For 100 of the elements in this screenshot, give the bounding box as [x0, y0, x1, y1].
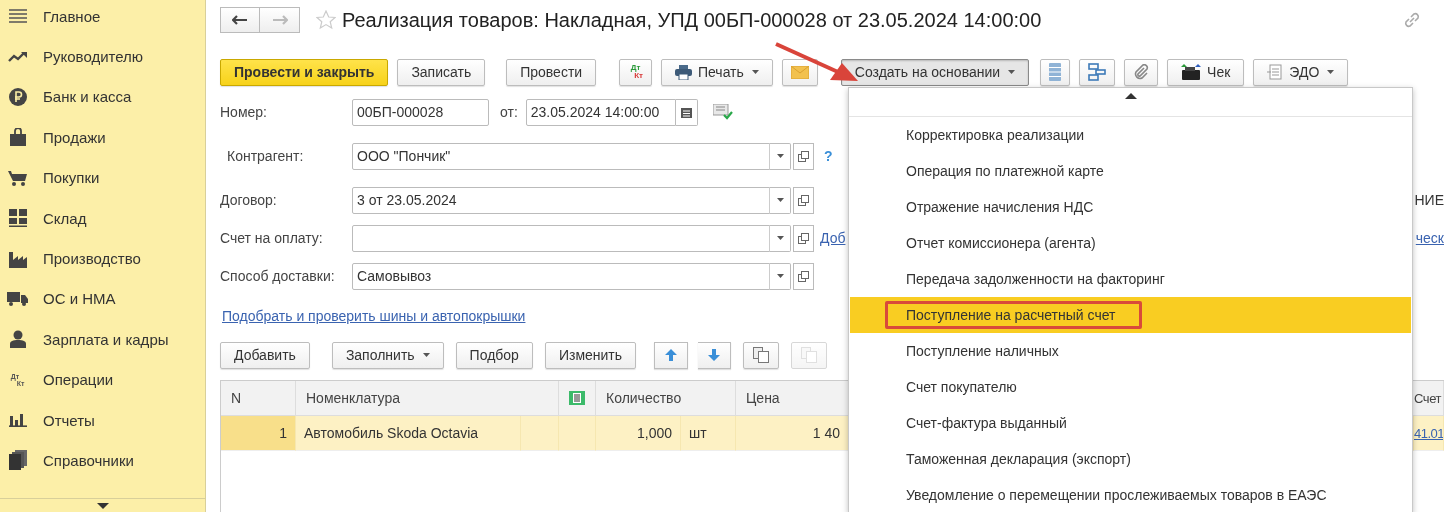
sidebar-item[interactable]: Главное	[0, 0, 205, 37]
back-button[interactable]	[220, 7, 260, 33]
paste-icon	[801, 347, 818, 363]
table-toolbar-button[interactable]: Добавить	[220, 341, 310, 369]
toolbar-button[interactable]: ЭДО	[1253, 58, 1349, 86]
sidebar-item[interactable]: Продажи	[0, 117, 205, 158]
move-up-button[interactable]	[654, 341, 689, 369]
move-down-button[interactable]	[698, 341, 732, 369]
scroll-down-icon[interactable]	[96, 502, 109, 509]
scroll-up-icon[interactable]	[1124, 93, 1137, 99]
list-button[interactable]	[1040, 58, 1071, 86]
select-field[interactable]: 3 от 23.05.2024	[352, 186, 770, 214]
select-field[interactable]: Самовывоз	[352, 262, 770, 290]
menu-item[interactable]: Операция по платежной карте	[850, 153, 1411, 189]
open-button[interactable]	[793, 262, 814, 290]
tires-link[interactable]: Подобрать и проверить шины и автопокрышки	[222, 308, 526, 324]
structure-icon	[1088, 63, 1107, 81]
sidebar-item[interactable]: Банк и касса	[0, 76, 205, 118]
table-cell: шт	[681, 416, 736, 451]
calendar-button[interactable]	[675, 98, 698, 126]
sidebar-item[interactable]: Справочники	[0, 440, 205, 481]
sidebar-item[interactable]: Руководителю	[0, 36, 205, 77]
add-link[interactable]: Доб	[820, 230, 846, 246]
menu-icon	[8, 9, 27, 24]
open-button[interactable]	[793, 142, 814, 170]
menu-item[interactable]: Уведомление о перемещении прослеживаемых товаров в ЕАЭС	[850, 477, 1411, 512]
field-link[interactable]: ческ	[1415, 230, 1444, 246]
field-text: НИЕ	[1414, 192, 1444, 208]
cart-icon	[8, 169, 27, 186]
open-button[interactable]	[793, 186, 814, 214]
windows-icon	[798, 150, 809, 162]
table-cell: Автомобиль Skoda Octavia	[296, 416, 521, 451]
sidebar-item[interactable]: Отчеты	[0, 399, 205, 441]
help-link[interactable]: ?	[824, 148, 833, 164]
menu-item[interactable]: Отчет комиссионера (агента)	[850, 225, 1411, 261]
sidebar-item[interactable]: Зарплата и кадры	[0, 319, 205, 360]
toolbar-button[interactable]: Провести и закрыть	[220, 58, 389, 86]
copy-button[interactable]	[743, 341, 780, 369]
caret-icon	[776, 198, 784, 202]
structure-button[interactable]	[1079, 58, 1116, 86]
bar-chart-icon	[8, 413, 27, 428]
document-exchange-icon	[1267, 64, 1284, 80]
table-toolbar-button[interactable]: Заполнить	[331, 341, 444, 369]
dtkt-button[interactable]: Дт Кт	[619, 58, 652, 86]
caret-icon	[776, 274, 784, 278]
dropdown-button[interactable]	[769, 224, 791, 252]
debit-credit-icon: Дт Кт	[628, 64, 643, 80]
envelope-icon	[790, 65, 809, 79]
menu-item[interactable]: Поступление наличных	[850, 333, 1411, 369]
toolbar-button[interactable]: Чек	[1167, 58, 1245, 86]
star-icon[interactable]	[316, 10, 336, 30]
back-arrow-icon	[232, 15, 248, 25]
toolbar-button[interactable]: Записать	[397, 58, 486, 86]
link-icon[interactable]	[1402, 10, 1422, 30]
caret-icon	[776, 236, 784, 240]
select-field[interactable]	[352, 224, 770, 252]
menu-item[interactable]: Отражение начисления НДС	[850, 189, 1411, 225]
clip-button[interactable]	[1124, 58, 1159, 86]
open-button[interactable]	[793, 224, 814, 252]
windows-icon	[798, 232, 809, 244]
field-label: Договор:	[220, 192, 278, 208]
column-header: Цена	[736, 381, 849, 416]
sidebar-item[interactable]: Покупки	[0, 157, 205, 198]
menu-item[interactable]: Счет-фактура выданный	[850, 405, 1411, 441]
menu-item[interactable]: Счет покупателю	[850, 369, 1411, 405]
select-field[interactable]: ООО "Пончик"	[352, 142, 770, 170]
truck-icon	[7, 291, 28, 306]
date-field[interactable]: 23.05.2024 14:00:00	[525, 98, 676, 126]
table-toolbar-button[interactable]: Изменить	[544, 341, 637, 369]
toolbar-button[interactable]: Провести	[506, 58, 597, 86]
number-field[interactable]: 00БП-000028	[352, 98, 489, 126]
column-header: Номенклатура	[296, 381, 559, 416]
down-arrow-icon	[707, 348, 722, 362]
windows-icon	[798, 194, 809, 206]
account-link[interactable]: 41.01	[1414, 425, 1443, 441]
menu-item[interactable]: Передача задолженности на факторинг	[850, 261, 1411, 297]
toolbar-button[interactable]: Создать на основании	[840, 58, 1030, 86]
windows-icon	[798, 270, 809, 282]
field-label: от:	[500, 104, 518, 120]
document-check-icon[interactable]	[712, 104, 733, 120]
table-cell: 1 40	[736, 416, 849, 451]
sidebar-item[interactable]: Производство	[0, 238, 205, 279]
sidebar-item[interactable]: Склад	[0, 197, 205, 239]
toolbar-button[interactable]: Печать	[660, 58, 773, 86]
window-title: Реализация товаров: Накладная, УПД 00БП-000028 от 23.05.2024 14:00:00	[342, 8, 1042, 32]
envelope-button[interactable]	[781, 58, 818, 86]
field-label: Номер:	[220, 104, 268, 120]
column-header: Количество	[596, 381, 736, 416]
menu-item[interactable]: Поступление на расчетный счет	[850, 297, 1411, 333]
dropdown-button[interactable]	[769, 142, 791, 170]
menu-item[interactable]: Таможенная декларация (экспорт)	[850, 441, 1411, 477]
menu-item[interactable]: Корректировка реализации	[850, 117, 1411, 153]
paperclip-icon	[1133, 64, 1150, 80]
dropdown-button[interactable]	[769, 262, 791, 290]
dropdown-button[interactable]	[769, 186, 791, 214]
calendar-icon	[680, 106, 692, 118]
column-header: Счет	[1414, 381, 1444, 416]
sidebar-item[interactable]: ОС и НМА	[0, 278, 205, 320]
cash-register-icon	[1181, 64, 1202, 80]
table-toolbar-button[interactable]: Подбор	[455, 341, 533, 369]
